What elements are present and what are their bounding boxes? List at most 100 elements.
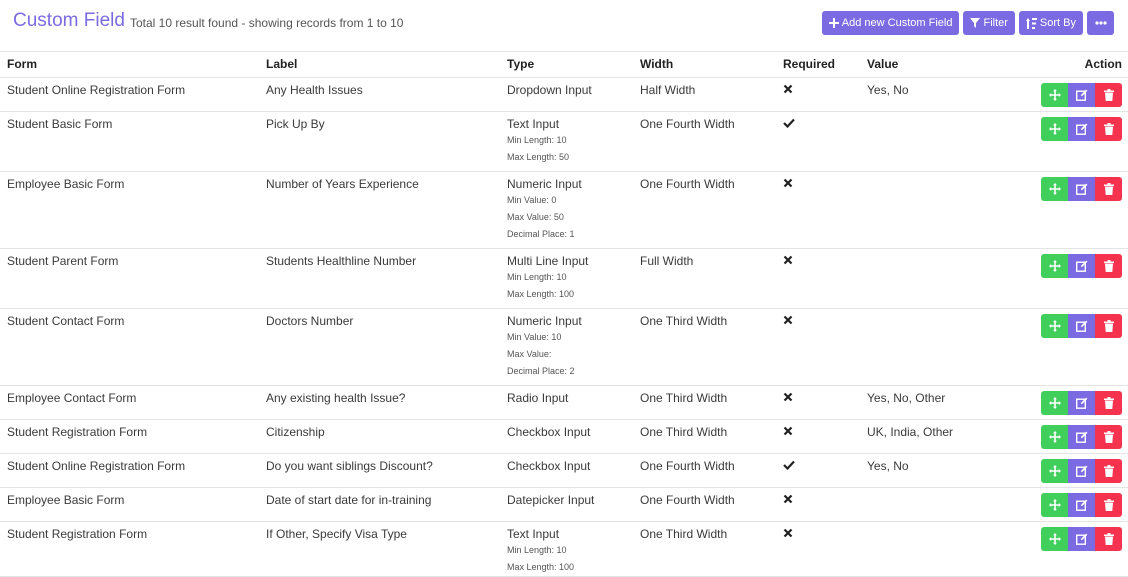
column-header-required[interactable]: Required	[776, 52, 860, 78]
cell-required	[776, 521, 860, 577]
cell-value	[860, 111, 1030, 172]
add-custom-field-button[interactable]: Add new Custom Field	[821, 11, 960, 35]
move-button[interactable]	[1041, 390, 1068, 415]
cell-type: Text Input Min Length: 10 Max Length: 50	[500, 111, 633, 172]
cell-form: Employee Basic Form	[0, 171, 259, 249]
custom-field-table: Form Label Type Width Required Value Act…	[0, 52, 1128, 577]
cell-label: Pick Up By	[259, 111, 500, 172]
trash-icon	[1103, 88, 1114, 101]
move-button[interactable]	[1041, 82, 1068, 107]
cell-required	[776, 77, 860, 112]
delete-button[interactable]	[1095, 458, 1122, 483]
table-row: Student Contact Form Doctors Number Numeri…	[0, 308, 1128, 386]
cell-width: One Third Width	[633, 308, 776, 386]
cell-required	[776, 453, 860, 488]
move-button[interactable]	[1041, 526, 1068, 551]
cell-label: Doctors Number	[259, 308, 500, 386]
delete-button[interactable]	[1095, 253, 1122, 278]
move-button[interactable]	[1041, 176, 1068, 201]
move-button[interactable]	[1041, 313, 1068, 338]
cell-required	[776, 308, 860, 386]
edit-icon	[1075, 397, 1087, 409]
delete-button[interactable]	[1095, 313, 1122, 338]
type-name: Numeric Input	[507, 176, 582, 191]
table-row: Student Registration Form Citizenship Chec…	[0, 419, 1128, 454]
cell-required	[776, 385, 860, 420]
type-name: Text Input	[507, 526, 560, 541]
cell-width: Half Width	[633, 77, 776, 112]
trash-icon	[1103, 259, 1114, 272]
cross-icon	[783, 426, 793, 435]
edit-button[interactable]	[1068, 492, 1095, 517]
column-header-form[interactable]: Form	[0, 52, 259, 78]
trash-icon	[1103, 182, 1114, 195]
cell-value	[860, 521, 1030, 577]
ellipsis-icon	[1094, 21, 1107, 25]
edit-button[interactable]	[1068, 253, 1095, 278]
move-button[interactable]	[1041, 458, 1068, 483]
filter-button[interactable]: Filter	[963, 11, 1015, 35]
cell-actions	[1030, 111, 1128, 172]
cell-required	[776, 111, 860, 172]
more-options-button[interactable]	[1087, 11, 1114, 35]
delete-button[interactable]	[1095, 116, 1122, 141]
column-header-label[interactable]: Label	[259, 52, 500, 78]
trash-icon	[1103, 319, 1114, 332]
delete-button[interactable]	[1095, 424, 1122, 449]
cell-value: Yes, No	[860, 77, 1030, 112]
cell-width: One Fourth Width	[633, 453, 776, 488]
cell-type: Multi Line Input Min Length: 10 Max Length…	[500, 248, 633, 309]
cell-form: Student Registration Form	[0, 521, 259, 577]
type-name: Checkbox Input	[507, 458, 591, 473]
delete-button[interactable]	[1095, 82, 1122, 107]
type-name: Multi Line Input	[507, 253, 589, 268]
column-header-type[interactable]: Type	[500, 52, 633, 78]
cell-label: Do you want siblings Discount?	[259, 453, 500, 488]
cell-width: Full Width	[633, 248, 776, 309]
table-row: Student Online Registration Form Do you w…	[0, 453, 1128, 488]
edit-button[interactable]	[1068, 176, 1095, 201]
edit-icon	[1075, 499, 1087, 511]
column-header-width[interactable]: Width	[633, 52, 776, 78]
delete-button[interactable]	[1095, 526, 1122, 551]
type-detail: Min Value: 0	[507, 194, 557, 205]
edit-button[interactable]	[1068, 458, 1095, 483]
cell-actions	[1030, 385, 1128, 420]
edit-button[interactable]	[1068, 313, 1095, 338]
cell-value: UK, India, Other	[860, 419, 1030, 454]
cell-form: Employee Basic Form	[0, 487, 259, 522]
sort-by-button[interactable]: Sort By	[1018, 11, 1083, 35]
edit-button[interactable]	[1068, 82, 1095, 107]
edit-icon	[1075, 465, 1087, 477]
cell-width: One Fourth Width	[633, 111, 776, 172]
edit-button[interactable]	[1068, 526, 1095, 551]
edit-button[interactable]	[1068, 390, 1095, 415]
delete-button[interactable]	[1095, 176, 1122, 201]
delete-button[interactable]	[1095, 390, 1122, 415]
delete-button[interactable]	[1095, 492, 1122, 517]
row-actions	[1041, 176, 1122, 201]
cell-label: Date of start date for in-training	[259, 487, 500, 522]
edit-button[interactable]	[1068, 424, 1095, 449]
column-header-action: Action	[1030, 52, 1128, 78]
trash-icon	[1103, 532, 1114, 545]
cell-type: Datepicker Input	[500, 487, 633, 522]
sort-icon	[1025, 17, 1037, 29]
edit-button[interactable]	[1068, 116, 1095, 141]
edit-icon	[1075, 123, 1087, 135]
cell-width: One Fourth Width	[633, 487, 776, 522]
cell-label: Any existing health Issue?	[259, 385, 500, 420]
row-actions	[1041, 492, 1122, 517]
cell-width: One Third Width	[633, 419, 776, 454]
edit-icon	[1075, 533, 1087, 545]
cross-icon	[783, 255, 793, 264]
plus-icon	[828, 18, 839, 28]
type-detail: Min Length: 10	[507, 544, 567, 555]
move-button[interactable]	[1041, 492, 1068, 517]
cross-icon	[783, 315, 793, 324]
move-button[interactable]	[1041, 424, 1068, 449]
move-button[interactable]	[1041, 116, 1068, 141]
column-header-value[interactable]: Value	[860, 52, 1030, 78]
move-button[interactable]	[1041, 253, 1068, 278]
row-actions	[1041, 526, 1122, 551]
